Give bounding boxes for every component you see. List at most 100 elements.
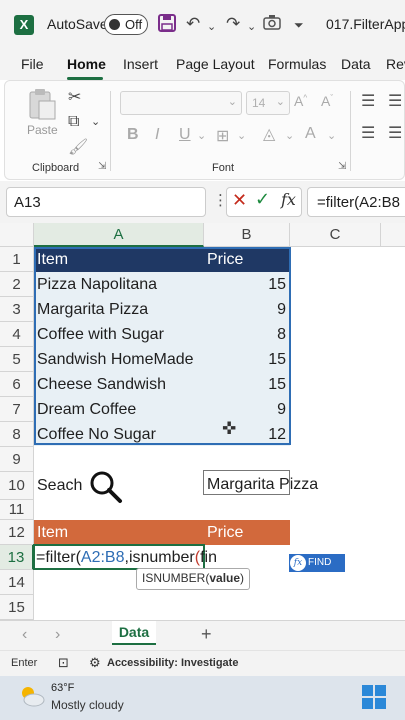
formula-input[interactable]: =filter(A2:B8 [307, 187, 405, 217]
autocomplete-item-find[interactable]: fx FIND [289, 554, 345, 572]
tooltip-argument[interactable]: value [209, 571, 240, 585]
redo-icon[interactable]: ↷ [226, 14, 240, 34]
row-header-4[interactable]: 4 [0, 322, 34, 347]
row-header-10[interactable]: 10 [0, 472, 34, 500]
row-header-9[interactable]: 9 [0, 447, 34, 472]
font-launcher-icon[interactable]: ⇲ [338, 161, 346, 172]
underline-icon[interactable]: U [179, 126, 191, 144]
autosave-label: AutoSave [47, 16, 108, 32]
macro-record-icon[interactable]: ⊡ [58, 655, 69, 671]
increase-font-icon[interactable]: A^ [294, 93, 307, 109]
formula-range-ref: A2:B8 [80, 549, 125, 566]
windows-taskbar: 63°F Mostly cloudy [0, 676, 405, 720]
formula-bar: A13 ⋮ ✕ ✓ fx =filter(A2:B8 [0, 181, 405, 223]
underline-dropdown-icon[interactable]: ⌄ [197, 129, 206, 142]
row-header-3[interactable]: 3 [0, 297, 34, 322]
row-header-13[interactable]: 13 [0, 545, 34, 570]
row-header-8[interactable]: 8 [0, 422, 34, 447]
undo-dropdown-icon[interactable]: ⌄ [207, 20, 216, 33]
copy-dropdown-icon[interactable]: ⌄ [91, 115, 100, 128]
row-header-2[interactable]: 2 [0, 272, 34, 297]
search-value: Margarita Pizza [207, 476, 319, 493]
weather-description: Mostly cloudy [51, 698, 124, 712]
font-family-select[interactable]: ⌄ [120, 91, 242, 115]
format-painter-icon[interactable]: 🖌 [68, 137, 88, 157]
result-header-item-cell[interactable]: Item [34, 520, 204, 545]
row-header-11[interactable]: 11 [0, 500, 34, 520]
row-header-1[interactable]: 1 [0, 247, 34, 272]
excel-logo-icon[interactable]: X [14, 15, 34, 35]
row-header-6[interactable]: 6 [0, 372, 34, 397]
font-size-select[interactable]: 14 ⌄ [246, 91, 290, 115]
ribbon-separator [110, 91, 111, 171]
status-bar: Enter ⊡ ⚙ Accessibility: Investigate [0, 650, 405, 676]
autosave-toggle[interactable]: Off [104, 14, 148, 35]
tab-page-layout[interactable]: Page Layout [176, 56, 255, 72]
row-header-5[interactable]: 5 [0, 347, 34, 372]
tab-home[interactable]: Home [67, 56, 106, 72]
tab-data[interactable]: Data [341, 56, 371, 72]
ribbon-tabs: File Home Insert Page Layout Formulas Da… [0, 50, 405, 80]
autosave-state: Off [125, 17, 143, 32]
fill-color-icon[interactable]: ◬ [263, 124, 275, 144]
insert-function-icon[interactable]: fx [281, 190, 296, 209]
borders-icon[interactable]: ⊞ [216, 126, 229, 146]
font-group-label: Font [212, 162, 235, 174]
copy-icon[interactable]: ⧉ [68, 113, 79, 131]
cell-formula-edit[interactable]: =filter(A2:B8,isnumber(fin [36, 545, 217, 570]
search-label[interactable]: Seach [34, 472, 94, 500]
scroll-right-icon[interactable]: › [55, 626, 60, 644]
file-name: 017.FilterAppr [326, 16, 405, 32]
enter-icon[interactable]: ✓ [255, 189, 270, 210]
add-sheet-icon[interactable]: + [201, 624, 212, 645]
font-color-icon[interactable]: A [305, 125, 316, 143]
weather-temperature: 63°F [51, 682, 75, 694]
tab-insert[interactable]: Insert [123, 56, 158, 72]
tab-review[interactable]: Rev [386, 56, 405, 72]
name-box[interactable]: A13 [6, 187, 206, 217]
column-header-d[interactable] [381, 223, 405, 247]
cell-cursor-icon: ✜ [222, 419, 237, 438]
row-header-12[interactable]: 12 [0, 520, 34, 545]
row-header-7[interactable]: 7 [0, 397, 34, 422]
bold-icon[interactable]: B [127, 126, 139, 144]
align-center-icon[interactable]: ☰ [388, 123, 402, 143]
worksheet-grid[interactable]: A B C 1 2 3 4 5 6 7 8 9 10 11 12 13 14 1… [0, 223, 405, 620]
undo-icon[interactable]: ↶ [186, 14, 200, 34]
tooltip-close-paren: ) [240, 571, 245, 585]
cancel-icon[interactable]: ✕ [232, 190, 247, 211]
align-top-icon[interactable]: ☰ [361, 91, 375, 111]
paste-icon[interactable] [27, 87, 57, 126]
accessibility-icon[interactable]: ⚙ [89, 655, 101, 671]
column-header-a[interactable]: A [34, 223, 204, 247]
redo-dropdown-icon[interactable]: ⌄ [247, 20, 256, 33]
italic-icon[interactable]: I [155, 126, 159, 144]
clipboard-launcher-icon[interactable]: ⇲ [98, 161, 106, 172]
align-middle-icon[interactable]: ☰ [388, 91, 402, 111]
autocomplete-label: FIND [308, 557, 332, 568]
customize-toolbar-icon[interactable]: ⏷ [294, 18, 304, 33]
fill-color-dropdown-icon[interactable]: ⌄ [285, 129, 294, 142]
result-header-price-cell[interactable]: Price [204, 520, 290, 545]
save-icon[interactable] [158, 14, 176, 37]
align-left-icon[interactable]: ☰ [361, 123, 375, 143]
select-all-corner[interactable] [0, 223, 34, 247]
column-header-b[interactable]: B [204, 223, 290, 247]
column-header-c[interactable]: C [290, 223, 381, 247]
sheet-tab-bar: ‹ › Data + [0, 620, 405, 650]
accessibility-status[interactable]: Accessibility: Investigate [107, 657, 238, 669]
row-header-14[interactable]: 14 [0, 570, 34, 595]
windows-start-icon[interactable] [362, 685, 386, 709]
sheet-tab-data[interactable]: Data [112, 621, 156, 645]
title-bar: X AutoSave Off ↶ ⌄ ↷ ⌄ ⏷ 017.FilterAppr [0, 0, 405, 50]
borders-dropdown-icon[interactable]: ⌄ [237, 129, 246, 142]
tab-file[interactable]: File [21, 56, 44, 72]
tab-formulas[interactable]: Formulas [268, 56, 326, 72]
partly-cloudy-icon[interactable] [18, 684, 46, 708]
font-color-dropdown-icon[interactable]: ⌄ [327, 129, 336, 142]
scroll-left-icon[interactable]: ‹ [22, 626, 27, 644]
decrease-font-icon[interactable]: Aˇ [321, 93, 333, 109]
camera-icon[interactable] [263, 14, 281, 35]
cut-icon[interactable]: ✂ [68, 87, 81, 107]
row-header-15[interactable]: 15 [0, 595, 34, 620]
